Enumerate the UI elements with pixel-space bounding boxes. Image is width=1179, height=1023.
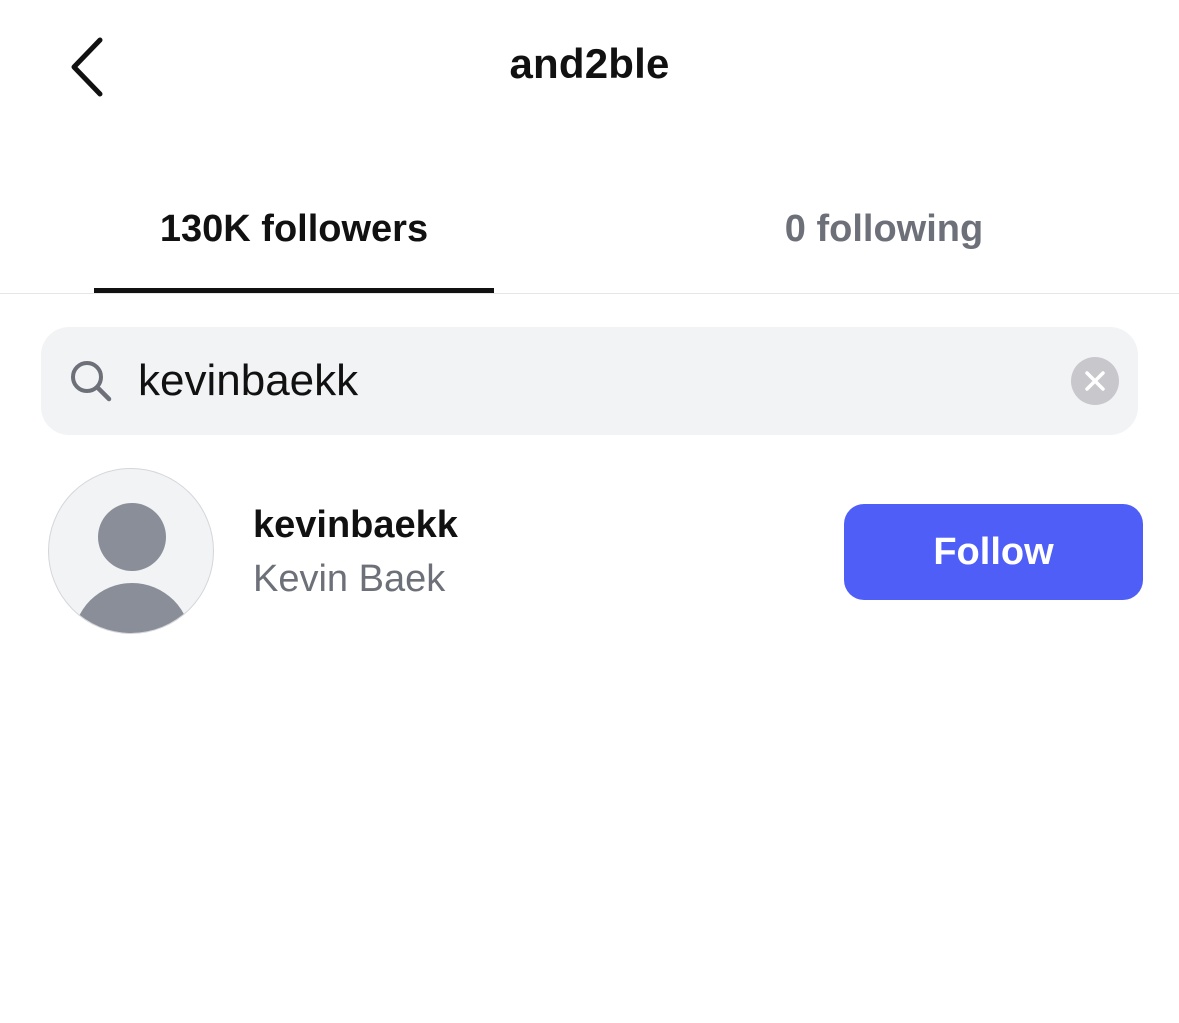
- followers-screen: and2ble 130K followers 0 following kevin…: [0, 0, 1179, 1023]
- avatar-head: [98, 503, 166, 571]
- full-name: Kevin Baek: [253, 558, 446, 600]
- search-input[interactable]: [138, 349, 1038, 413]
- active-tab-indicator: [94, 288, 494, 293]
- list-item[interactable]: kevinbaekk Kevin Baek Follow: [0, 462, 1179, 642]
- avatar-body: [73, 583, 191, 633]
- follow-button[interactable]: Follow: [844, 504, 1143, 600]
- default-avatar-icon[interactable]: [48, 468, 214, 634]
- clear-search-button[interactable]: [1071, 357, 1119, 405]
- search-icon: [71, 361, 112, 402]
- tab-following[interactable]: 0 following: [684, 180, 1084, 293]
- tab-followers-label: 130K followers: [159, 208, 429, 250]
- tab-following-label: 0 following: [784, 208, 984, 250]
- page-title: and2ble: [509, 40, 670, 87]
- clear-icon: [1085, 371, 1105, 391]
- username[interactable]: kevinbaekk: [253, 504, 458, 547]
- search-bar: [41, 327, 1138, 435]
- tab-followers[interactable]: 130K followers: [94, 180, 494, 293]
- tab-bar: 130K followers 0 following: [0, 180, 1179, 294]
